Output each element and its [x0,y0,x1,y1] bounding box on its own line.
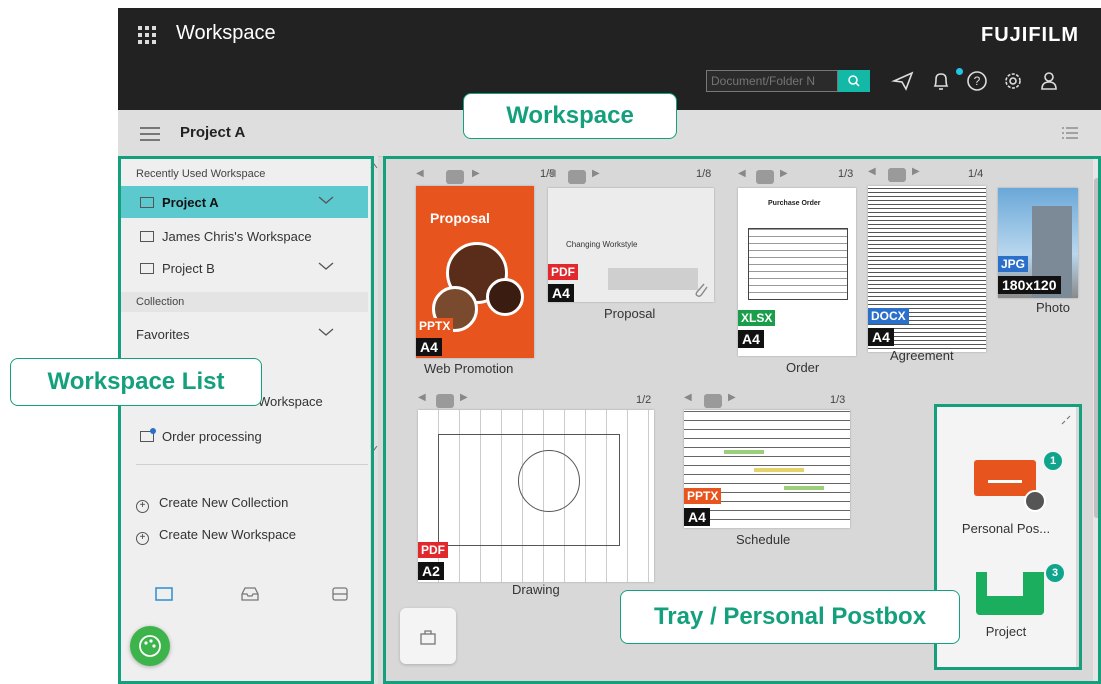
notification-dot [956,68,963,75]
workspace-title: Project A [180,124,246,141]
workspace-callout: Workspace [463,93,677,139]
search-input[interactable] [706,70,838,92]
workspace-list-frame [118,156,374,684]
user-icon[interactable] [1036,68,1062,94]
send-icon[interactable] [890,68,916,94]
hamburger-menu-icon[interactable] [140,127,160,141]
brand-logo: FUJIFILM [981,24,1079,46]
search-icon [848,75,860,87]
help-icon[interactable]: ? [964,68,990,94]
list-view-icon[interactable] [1061,124,1079,142]
app-grid-icon[interactable] [138,26,156,44]
workspace-list-callout: Workspace List [10,358,262,406]
search-button[interactable] [838,70,870,92]
app-title: Workspace [176,22,276,44]
settings-gear-icon[interactable] [1000,68,1026,94]
svg-text:?: ? [974,74,981,88]
tray-callout: Tray / Personal Postbox [620,590,960,644]
bell-icon[interactable] [928,68,954,94]
